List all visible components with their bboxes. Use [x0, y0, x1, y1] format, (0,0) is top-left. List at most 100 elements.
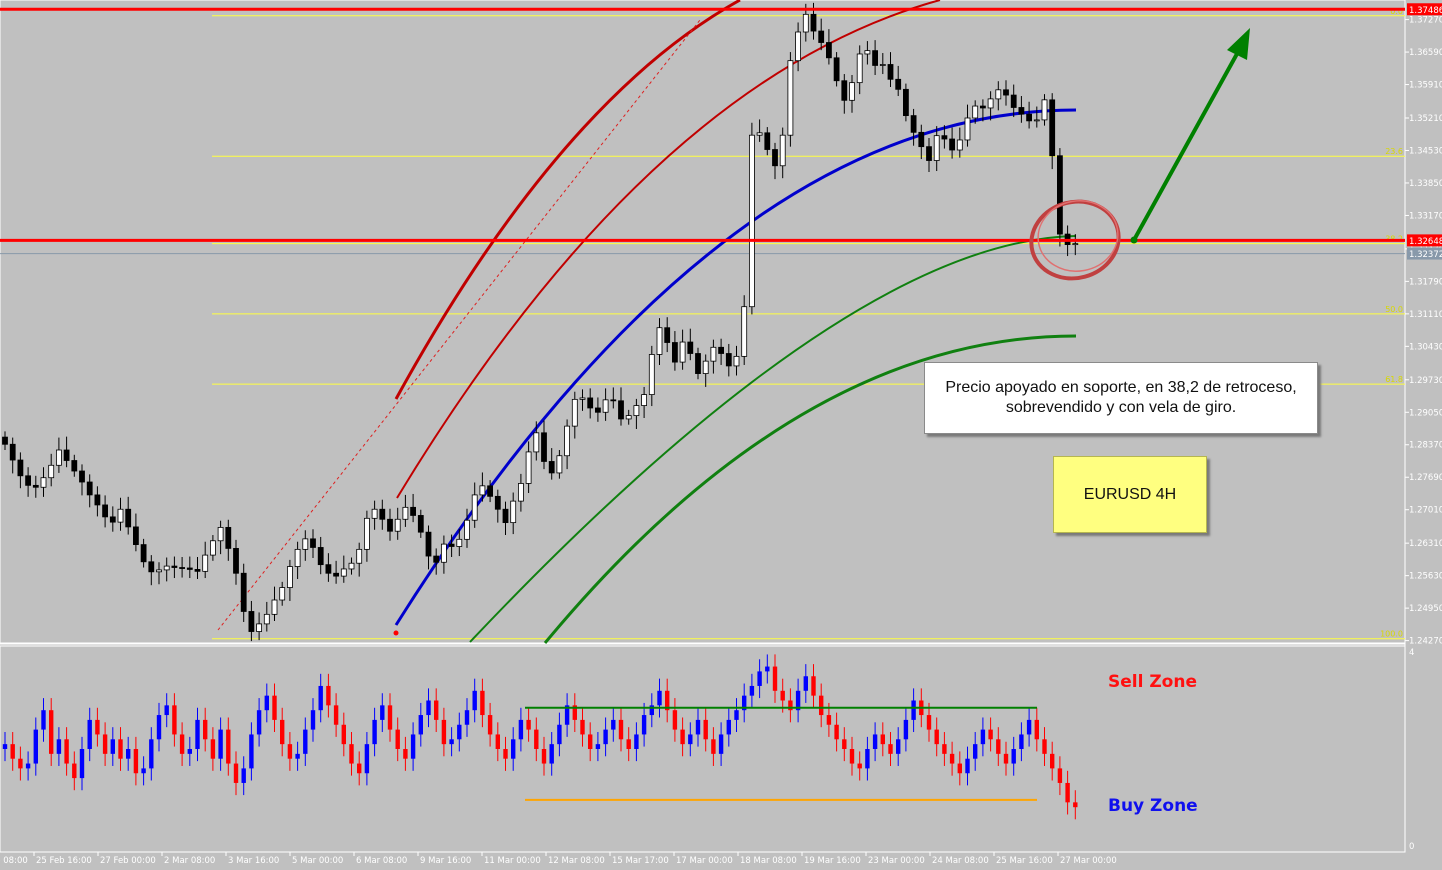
candle-body	[125, 508, 132, 528]
candle-body	[672, 342, 678, 363]
osc-bar	[996, 739, 1001, 754]
osc-bar	[49, 710, 54, 754]
candle-body	[86, 481, 93, 496]
candle-body	[764, 132, 771, 150]
price-chart[interactable]: 0.023.638.250.061.8100.01.372701.365901.…	[0, 0, 1442, 866]
candle-body	[286, 566, 293, 588]
osc-bar	[503, 749, 508, 759]
osc-bar	[303, 729, 308, 754]
candle-body	[926, 146, 932, 161]
candle-body	[610, 399, 617, 402]
osc-bar	[957, 763, 962, 774]
candle-body	[779, 134, 786, 167]
y-tick-label: 1.24270	[1409, 637, 1442, 647]
osc-bar	[672, 710, 678, 730]
osc-bar	[1034, 719, 1039, 740]
candle-body	[733, 355, 740, 367]
osc-bar	[1003, 753, 1009, 764]
osc-bar	[926, 715, 932, 730]
osc-bar	[949, 753, 955, 764]
osc-bar	[541, 749, 547, 764]
osc-bar	[187, 749, 192, 754]
candle-body	[63, 449, 70, 461]
osc-bar	[718, 734, 724, 754]
candle-body	[987, 98, 994, 109]
candle-body	[941, 135, 948, 140]
osc-tick-label: 0	[1409, 842, 1414, 852]
osc-bar	[988, 729, 993, 740]
osc-bar	[934, 729, 939, 745]
candle-body	[510, 500, 517, 524]
osc-bar	[434, 700, 439, 720]
osc-bar	[133, 749, 139, 774]
candle-body	[163, 565, 170, 571]
candle-body	[156, 569, 162, 573]
osc-bar	[557, 724, 562, 745]
candle-body	[487, 485, 494, 497]
osc-bar	[126, 749, 131, 759]
candle-body	[79, 470, 85, 483]
osc-bar	[772, 666, 778, 691]
osc-bar	[472, 690, 477, 711]
osc-bar	[780, 690, 785, 701]
osc-bar	[1073, 802, 1078, 808]
y-tick-label: 1.34530	[1409, 146, 1442, 156]
osc-bar	[857, 763, 862, 769]
osc-bar	[25, 763, 31, 769]
osc-bar	[480, 690, 485, 716]
candle-body	[525, 451, 532, 484]
osc-bar	[87, 719, 92, 749]
candle-body	[109, 516, 116, 523]
osc-bar	[726, 719, 731, 735]
osc-bar	[487, 715, 493, 735]
candle-body	[425, 531, 432, 557]
x-tick-label: 17 Mar 00:00	[676, 856, 733, 866]
osc-bar	[680, 729, 685, 745]
candle-body	[618, 400, 624, 420]
y-tick-label: 1.25630	[1409, 572, 1442, 582]
osc-bar	[1019, 734, 1024, 749]
candle-body	[556, 455, 563, 474]
osc-bar	[634, 734, 639, 749]
candle-body	[856, 53, 863, 84]
candle-body	[271, 599, 278, 615]
candle-body	[648, 354, 655, 395]
candle-body	[772, 149, 778, 167]
buy-zone-label: Buy Zone	[1108, 796, 1198, 816]
candle-body	[587, 397, 594, 409]
y-tick-label: 1.27690	[1409, 473, 1442, 483]
candle-body	[756, 132, 763, 136]
candle-body	[1033, 119, 1040, 122]
osc-bar	[749, 685, 755, 696]
x-tick-label: 27 Mar 00:00	[1060, 856, 1117, 866]
candle-body	[94, 494, 101, 506]
candle-body	[71, 460, 78, 472]
y-tick-label: 1.33850	[1409, 179, 1442, 189]
osc-bar	[872, 734, 878, 749]
osc-bar	[611, 719, 616, 730]
candle-body	[1003, 89, 1009, 96]
y-tick-label: 1.29050	[1409, 408, 1442, 418]
candle-body	[202, 554, 209, 572]
candle-body	[1010, 94, 1017, 108]
candle-body	[918, 131, 925, 148]
y-tick-label: 1.31790	[1409, 277, 1442, 287]
osc-bar	[534, 729, 539, 749]
osc-bar	[426, 700, 431, 716]
candle-body	[140, 544, 147, 563]
x-tick-label: 6 Mar 08:00	[356, 856, 407, 866]
osc-bar	[118, 739, 123, 759]
candle-body	[602, 399, 609, 413]
candle-body	[56, 449, 62, 466]
candle-body	[956, 139, 963, 151]
osc-bar	[218, 729, 223, 759]
osc-bar	[703, 719, 708, 740]
candle-body	[410, 506, 417, 516]
candle-body	[225, 526, 232, 549]
candle-body	[379, 508, 386, 520]
candle-body	[949, 138, 955, 151]
osc-bar	[865, 749, 870, 769]
y-tick-label: 1.33170	[1409, 211, 1442, 221]
osc-bar	[333, 705, 339, 725]
y-tick-label: 1.30430	[1409, 342, 1442, 352]
